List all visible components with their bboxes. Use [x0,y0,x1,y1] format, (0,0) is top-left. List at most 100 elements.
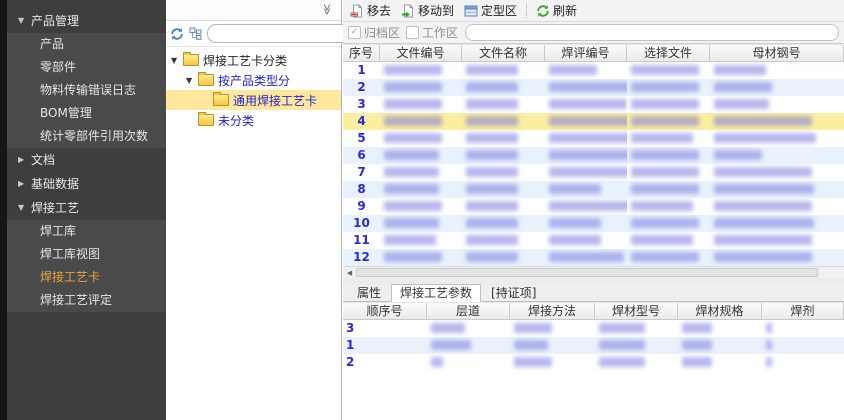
redacted-cell [710,249,844,266]
sidebar-item[interactable]: 焊工库 [7,220,166,243]
sidebar-item[interactable]: 产品 [7,33,166,56]
sidebar-section[interactable]: ▼ 焊接工艺 [7,196,166,220]
redacted-text [714,150,762,160]
filter-search-input[interactable] [465,24,839,41]
redacted-text [549,218,601,228]
table-row[interactable]: 3 [343,96,844,113]
sidebar-item[interactable]: 统计零部件引用次数 [7,125,166,148]
redacted-cell [380,96,462,113]
redacted-cell [462,232,545,249]
redacted-text [766,340,772,350]
table-row[interactable]: 1 [343,62,844,79]
table-row[interactable]: 3 [343,320,844,337]
sidebar-item[interactable]: BOM管理 [7,102,166,125]
scrollbar-thumb[interactable] [356,268,818,277]
refresh-icon [536,4,550,18]
tree-node-label: 焊接工艺卡分类 [203,53,288,68]
refresh-button[interactable]: 刷新 [531,1,582,21]
redacted-text [549,133,627,143]
row-number: 6 [357,148,366,162]
redacted-text [466,167,518,177]
redacted-text [631,201,693,211]
checkbox-icon[interactable] [406,26,420,39]
redacted-cell [462,62,545,79]
checkbox-icon[interactable]: ✓ [348,26,361,39]
tree-hierarchy-icon[interactable] [189,26,202,41]
table-row[interactable]: 7 [343,164,844,181]
sidebar-item[interactable]: 焊接工艺卡 [7,266,166,289]
redacted-text [431,357,443,367]
category-tree-panel: ≫ ▼ ▲ [166,0,392,420]
column-header: 母材钢号 [710,45,844,62]
tree-node[interactable]: ▼ 焊接工艺卡分类 [166,50,341,70]
redacted-text [466,82,518,92]
tree-panel-header: ≫ [166,0,341,21]
table-row[interactable]: 9 [343,198,844,215]
sidebar-item[interactable]: 焊接工艺评定 [7,289,166,312]
table-row[interactable]: 8 [343,181,844,198]
table-row[interactable]: 2 [343,354,844,371]
filter-checkbox[interactable]: 工作区 [406,24,458,41]
redacted-cell [462,147,545,164]
toolbar-button[interactable]: 移动到 [396,1,459,21]
params-table-header: 顺序号 层道 焊接方法 焊材型号 焊材规格 焊剂 [343,302,844,320]
redacted-text [714,252,812,262]
chevron-down-icon[interactable]: ▼ [171,56,183,65]
redacted-text [714,201,812,211]
redacted-text [549,201,627,211]
redacted-cell [627,96,710,113]
tab-item[interactable]: [持证项] [483,285,544,301]
category-tree: ▼ 焊接工艺卡分类 ▼ 按产品类型分 通用焊接工艺卡未分类 [166,47,341,130]
horizontal-scrollbar[interactable]: ◀ [343,266,844,278]
tree-refresh-icon[interactable] [170,26,184,41]
sidebar: ▼ 产品管理 产品 零部件 物料传输错误日志 BOM管理 统计零部件引用次数 ▶ 文档 ▶ 基础数据… [0,0,166,420]
table-row[interactable]: 5 [343,130,844,147]
redacted-text [631,167,699,177]
table-row[interactable]: 1 [343,337,844,354]
sidebar-item[interactable]: 物料传输错误日志 [7,79,166,102]
redacted-text [514,323,552,333]
redacted-cell [710,232,844,249]
sidebar-section[interactable]: ▶ 基础数据 [7,172,166,196]
chevron-down-icon[interactable]: ▼ [186,76,198,85]
column-header: 层道 [427,303,510,320]
toolbar-button[interactable]: 定型区 [459,1,522,21]
redacted-text [631,150,699,160]
filter-bar: ✓ 归档区 工作区 [343,22,844,44]
filter-checkbox[interactable]: ✓ 归档区 [348,24,400,41]
scroll-left-arrow-icon[interactable]: ◀ [343,269,356,277]
tree-node[interactable]: 未分类 [166,110,341,130]
tree-node-label: 未分类 [218,113,255,128]
tab-item[interactable]: 属性 [349,285,389,301]
sidebar-section[interactable]: ▼ 产品管理 [7,9,166,33]
redacted-cell [710,215,844,232]
table-row[interactable]: 10 [343,215,844,232]
redacted-text [384,82,442,92]
toolbar-button[interactable]: 移去 [345,1,396,21]
tab-active[interactable]: 焊接工艺参数 [391,284,482,302]
table-row[interactable]: 2 [343,79,844,96]
table-row[interactable]: 6 [343,147,844,164]
collapse-panel-icon[interactable]: ≫ [321,4,334,16]
sidebar-item[interactable]: 焊工库视图 [7,243,166,266]
redacted-text [384,201,442,211]
redacted-cell [710,147,844,164]
table-row[interactable]: 12 [343,249,844,266]
sidebar-item[interactable]: 零部件 [7,56,166,79]
redacted-text [384,167,439,177]
redacted-text [631,116,699,126]
tree-node[interactable]: ▼ 按产品类型分 [166,70,341,90]
sidebar-submenu: 产品 零部件 物料传输错误日志 BOM管理 统计零部件引用次数 [7,33,166,148]
table-row[interactable]: 4 [343,113,844,130]
redacted-text [599,357,645,367]
tree-search-input[interactable] [208,26,361,41]
redacted-text [466,133,518,143]
redacted-cell [545,96,627,113]
redacted-text [631,133,693,143]
column-header: 文件编号 [380,45,462,62]
tree-node[interactable]: 通用焊接工艺卡 [166,90,341,110]
redacted-text [549,82,627,92]
table-row[interactable]: 11 [343,232,844,249]
app-window: ▼ 产品管理 产品 零部件 物料传输错误日志 BOM管理 统计零部件引用次数 ▶ 文档 ▶ 基础数据… [0,0,844,420]
sidebar-section[interactable]: ▶ 文档 [7,148,166,172]
